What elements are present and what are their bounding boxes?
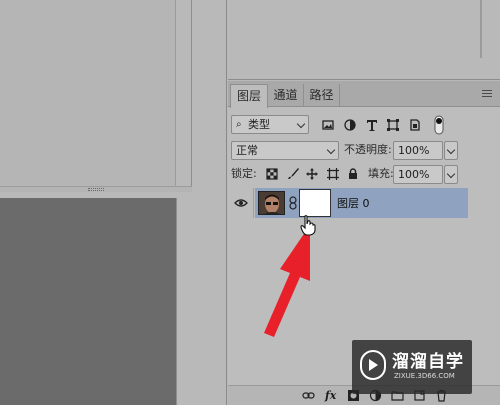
play-logo-icon (360, 350, 386, 380)
opacity-input[interactable]: 100% (393, 141, 443, 160)
fx-icon[interactable]: fx (325, 389, 338, 402)
adjustment-filter-icon[interactable] (343, 118, 357, 132)
lock-all-icon[interactable] (346, 167, 360, 181)
lock-position-icon[interactable] (305, 167, 319, 181)
filter-kind-value: 类型 (248, 118, 270, 131)
filter-kind-select[interactable]: ⌕ 类型 (231, 115, 309, 134)
document-area (0, 0, 192, 192)
panel-menu-icon[interactable] (482, 90, 492, 98)
tab-layers[interactable]: 图层 (230, 84, 268, 108)
panel-resize-handle[interactable] (0, 186, 192, 192)
opacity-label: 不透明度: (344, 143, 392, 156)
red-arrow-annotation (264, 225, 310, 337)
layer-row[interactable]: 图层 0 (255, 188, 468, 218)
filter-toggle-icon[interactable] (433, 115, 445, 135)
watermark-subtitle: ZIXUE.3D66.COM (394, 372, 455, 380)
chevron-down-icon (326, 145, 336, 155)
watermark-title: 溜溜自学 (392, 352, 464, 372)
lock-artboard-icon[interactable] (326, 167, 340, 181)
layer-thumbnail[interactable] (258, 191, 285, 215)
type-filter-icon[interactable] (365, 118, 379, 132)
lock-transparent-icon[interactable] (265, 167, 279, 181)
blend-mode-select[interactable]: 正常 (231, 141, 339, 160)
document-scrollbar[interactable] (177, 0, 191, 192)
upper-panel-scrollbar[interactable] (476, 0, 486, 58)
side-strip (176, 198, 192, 405)
fill-value: 100% (398, 168, 430, 181)
tab-channels[interactable]: 通道 (268, 84, 304, 107)
fill-dropdown-button[interactable] (444, 165, 458, 184)
upper-panel (228, 0, 500, 80)
chevron-down-icon (446, 145, 456, 155)
opacity-value: 100% (398, 144, 430, 157)
watermark-badge: 溜溜自学 ZIXUE.3D66.COM (352, 340, 472, 394)
lock-pixels-icon[interactable] (286, 167, 300, 181)
opacity-dropdown-button[interactable] (444, 141, 458, 160)
panel-tabbar: 图层 通道 路径 (228, 81, 500, 108)
visibility-toggle[interactable] (228, 188, 254, 218)
shape-filter-icon[interactable] (386, 118, 400, 132)
eye-icon (234, 196, 248, 210)
hand-cursor-icon (300, 215, 316, 236)
fill-input[interactable]: 100% (393, 165, 443, 184)
tab-paths[interactable]: 路径 (304, 84, 340, 107)
dark-canvas-area (0, 198, 176, 405)
image-filter-icon[interactable] (321, 118, 335, 132)
search-icon: ⌕ (236, 119, 242, 130)
link-layers-icon[interactable] (302, 389, 315, 402)
smart-object-filter-icon[interactable] (408, 118, 422, 132)
layer-mask-thumbnail[interactable] (299, 189, 331, 217)
resize-grip-icon (88, 188, 104, 191)
fill-label: 填充: (368, 167, 394, 180)
lock-label: 锁定: (231, 167, 257, 180)
chevron-down-icon (296, 119, 306, 129)
layer-name[interactable]: 图层 0 (337, 195, 370, 211)
blend-mode-value: 正常 (236, 144, 258, 157)
document-canvas[interactable] (0, 0, 176, 192)
chevron-down-icon (446, 169, 456, 179)
panel-dock-column (192, 0, 227, 405)
mask-link-icon[interactable] (288, 196, 298, 210)
